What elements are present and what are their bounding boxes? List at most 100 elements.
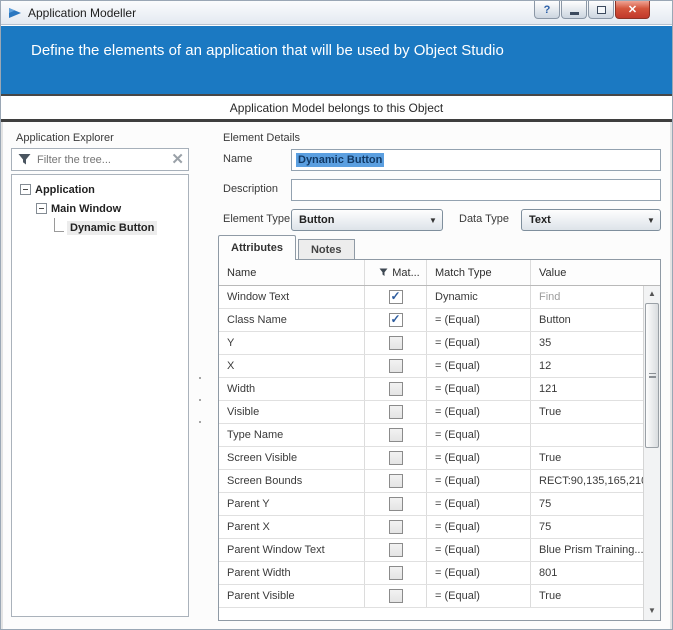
attribute-row[interactable]: Parent Width= (Equal)801 xyxy=(219,562,643,585)
match-type: = (Equal) xyxy=(435,567,480,579)
tree-item-label: Main Window xyxy=(51,203,121,215)
maximize-button[interactable] xyxy=(588,1,614,19)
match-type: = (Equal) xyxy=(435,544,480,556)
match-checkbox[interactable] xyxy=(389,589,403,603)
minimize-button[interactable] xyxy=(561,1,587,19)
data-type-dropdown[interactable]: Text ▼ xyxy=(521,209,661,231)
match-type: = (Equal) xyxy=(435,429,480,441)
match-checkbox[interactable] xyxy=(389,566,403,580)
match-checkbox[interactable] xyxy=(389,382,403,396)
element-type-label: Element Type xyxy=(223,213,290,225)
attribute-row[interactable]: X= (Equal)12 xyxy=(219,355,643,378)
attribute-value: 75 xyxy=(539,521,551,533)
collapse-expander-icon[interactable] xyxy=(20,184,31,195)
filter-funnel-icon xyxy=(18,153,31,166)
tree-item-label: Application xyxy=(35,184,95,196)
window-title: Application Modeller xyxy=(28,6,136,20)
name-field[interactable]: Dynamic Button xyxy=(291,149,661,171)
column-header-name[interactable]: Name xyxy=(219,260,365,285)
match-type: = (Equal) xyxy=(435,314,480,326)
collapse-expander-icon[interactable] xyxy=(36,203,47,214)
clear-filter-icon[interactable]: ✕ xyxy=(171,152,184,167)
tab-attributes[interactable]: Attributes xyxy=(218,235,296,260)
blue-prism-app-icon xyxy=(8,6,22,20)
attribute-name: Window Text xyxy=(227,291,289,303)
tree-filter-input[interactable] xyxy=(37,154,171,166)
match-checkbox[interactable] xyxy=(389,428,403,442)
attribute-row[interactable]: Screen Bounds= (Equal)RECT:90,135,165,21… xyxy=(219,470,643,493)
scroll-down-icon[interactable]: ▼ xyxy=(644,603,660,618)
filter-funnel-icon xyxy=(379,268,388,277)
match-checkbox[interactable] xyxy=(389,451,403,465)
attribute-row[interactable]: Width = (Equal) 121 xyxy=(219,378,643,401)
match-type: = (Equal) xyxy=(435,383,480,395)
match-checkbox[interactable] xyxy=(389,290,403,304)
application-explorer-title: Application Explorer xyxy=(16,132,114,144)
match-checkbox[interactable] xyxy=(389,520,403,534)
match-type: = (Equal) xyxy=(435,406,480,418)
match-type: = (Equal) xyxy=(435,337,480,349)
scrollbar-thumb[interactable] xyxy=(645,303,659,448)
match-type: Dynamic xyxy=(435,291,478,303)
attribute-value: Blue Prism Training... xyxy=(539,544,643,556)
attribute-name: Type Name xyxy=(227,429,283,441)
match-checkbox[interactable] xyxy=(389,405,403,419)
column-header-value[interactable]: Value xyxy=(531,260,660,285)
attribute-name: Parent Window Text xyxy=(227,544,325,556)
help-button[interactable]: ? xyxy=(534,1,560,19)
attribute-value: 75 xyxy=(539,498,551,510)
attribute-row[interactable]: Type Name = (Equal) xyxy=(219,424,643,447)
tab-notes[interactable]: Notes xyxy=(298,239,355,260)
attribute-row[interactable]: Screen Visible= (Equal)True xyxy=(219,447,643,470)
scroll-up-icon[interactable]: ▲ xyxy=(644,286,660,301)
attribute-value: 12 xyxy=(539,360,551,372)
thumb-grip-icon xyxy=(649,373,656,378)
match-checkbox[interactable] xyxy=(389,543,403,557)
subheader-text: Application Model belongs to this Object xyxy=(230,101,443,115)
tree-item-main-window[interactable]: Main Window xyxy=(12,199,188,218)
attribute-row[interactable]: Y= (Equal)35 xyxy=(219,332,643,355)
tree-item-dynamic-button[interactable]: Dynamic Button xyxy=(12,218,188,237)
match-type: = (Equal) xyxy=(435,452,480,464)
data-type-label: Data Type xyxy=(459,213,509,225)
attribute-value: 121 xyxy=(539,383,557,395)
close-button[interactable]: ✕ xyxy=(615,1,650,19)
tree-item-application[interactable]: Application xyxy=(12,180,188,199)
column-header-match-type[interactable]: Match Type xyxy=(427,260,531,285)
description-label: Description xyxy=(223,183,278,195)
attribute-value: True xyxy=(539,590,561,602)
match-checkbox[interactable] xyxy=(389,497,403,511)
attribute-name: X xyxy=(227,360,234,372)
attribute-row[interactable]: Class Name= (Equal)Button xyxy=(219,309,643,332)
attribute-row[interactable]: Visible = (Equal) True xyxy=(219,401,643,424)
match-type: = (Equal) xyxy=(435,475,480,487)
description-field[interactable] xyxy=(291,179,661,201)
window-controls: ? ✕ xyxy=(533,1,650,19)
attributes-table-header: Name Mat... Match Type Value xyxy=(219,260,660,286)
attribute-name: Width xyxy=(227,383,255,395)
match-checkbox[interactable] xyxy=(389,474,403,488)
attribute-row[interactable]: Parent Y= (Equal)75 xyxy=(219,493,643,516)
attribute-name: Y xyxy=(227,337,234,349)
name-field-selected-text: Dynamic Button xyxy=(296,153,384,167)
match-checkbox[interactable] xyxy=(389,313,403,327)
subheader-strip: Application Model belongs to this Object xyxy=(1,94,672,122)
attribute-row[interactable]: Parent Window Text = (Equal) Blue Prism Tr… xyxy=(219,539,643,562)
name-label: Name xyxy=(223,153,252,165)
column-header-match[interactable]: Mat... xyxy=(365,260,427,285)
attribute-row[interactable]: Parent Visible= (Equal)True xyxy=(219,585,643,608)
main-content: Application Explorer ✕ Application Main … xyxy=(1,122,672,629)
attribute-row[interactable]: Window TextDynamicFind xyxy=(219,286,643,309)
match-type: = (Equal) xyxy=(435,521,480,533)
element-type-dropdown[interactable]: Button ▼ xyxy=(291,209,443,231)
vertical-scrollbar: ▲ ▼ xyxy=(643,286,660,620)
element-details-panel: Element Details Name Dynamic Button Desc… xyxy=(209,122,662,629)
attribute-name: Visible xyxy=(227,406,259,418)
match-checkbox[interactable] xyxy=(389,359,403,373)
panel-splitter[interactable] xyxy=(197,377,203,423)
tree-connector-line xyxy=(54,218,64,232)
match-checkbox[interactable] xyxy=(389,336,403,350)
application-tree: Application Main Window Dynamic Button xyxy=(11,174,189,617)
attribute-row[interactable]: Parent X= (Equal)75 xyxy=(219,516,643,539)
attribute-value: True xyxy=(539,406,561,418)
